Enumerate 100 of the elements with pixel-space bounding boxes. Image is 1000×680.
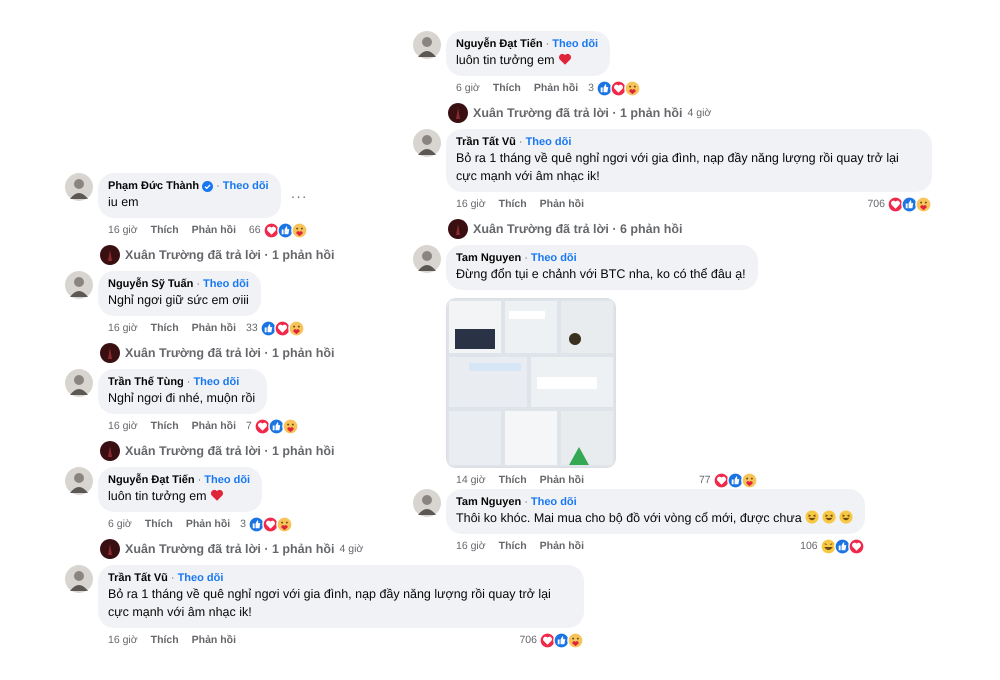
reply-link[interactable]: Phản hồi <box>534 82 578 94</box>
reaction-count[interactable]: 3 <box>588 82 594 94</box>
heart-reaction-icon <box>254 418 271 434</box>
avatar-icon[interactable] <box>100 245 120 265</box>
view-replies-link[interactable]: Xuân Trường đã trả lời · 1 phản hồi <box>125 542 334 556</box>
reaction-count[interactable]: 706 <box>867 198 885 210</box>
reply-time: 4 giờ <box>687 107 712 119</box>
like-reaction-icon <box>901 196 918 212</box>
like-reaction-icon <box>268 418 285 434</box>
separator-dot: · <box>198 473 202 487</box>
reply-link[interactable]: Phản hồi <box>192 322 236 334</box>
avatar-icon[interactable] <box>65 173 93 201</box>
author-name[interactable]: Tam Nguyen <box>456 495 522 509</box>
separator-dot: · <box>524 495 528 509</box>
separator-dot: · <box>546 37 550 51</box>
comment-text: Bỏ ra 1 tháng về quê nghỉ ngơi với gia đình, nạp đầy năng lượng rồi quay trở lại cực mạnh với âm nhạc ik! <box>456 151 899 183</box>
separator-dot: · <box>216 179 220 193</box>
avatar-icon[interactable] <box>65 467 93 495</box>
reply-link[interactable]: Phản hồi <box>192 224 236 236</box>
avatar-icon[interactable] <box>448 219 468 239</box>
comment-time: 16 giờ <box>456 540 486 552</box>
reply-link[interactable]: Phản hồi <box>540 474 584 486</box>
laughing-emoji-icon <box>838 510 853 524</box>
like-link[interactable]: Thích <box>498 474 527 486</box>
follow-link[interactable]: Theo dõi <box>530 495 577 509</box>
comment-text: Bỏ ra 1 tháng về quê nghỉ ngơi với gia đình, nạp đầy năng lượng rồi quay trở lại cực mạnh với âm nhạc ik! <box>108 587 551 619</box>
avatar-icon[interactable] <box>413 489 441 517</box>
view-replies-link[interactable]: Xuân Trường đã trả lời · 1 phản hồi <box>125 346 334 360</box>
like-link[interactable]: Thích <box>150 420 179 432</box>
like-link[interactable]: Thích <box>150 634 179 646</box>
heart-reaction-icon <box>262 516 280 532</box>
comment-time: 6 giờ <box>456 82 480 94</box>
separator-dot: · <box>518 135 523 149</box>
follow-link[interactable]: Theo dõi <box>552 37 598 51</box>
separator-dot: · <box>186 375 190 389</box>
follow-link[interactable]: Theo dõi <box>530 251 577 265</box>
author-name[interactable]: Trần Thế Tùng <box>108 375 184 389</box>
avatar-icon[interactable] <box>65 271 93 299</box>
like-reaction-icon <box>726 472 744 488</box>
follow-link[interactable]: Theo dõi <box>222 179 269 193</box>
avatar-icon[interactable] <box>413 129 441 157</box>
author-name[interactable]: Trần Tất Vũ <box>456 135 516 149</box>
view-replies-link[interactable]: Xuân Trường đã trả lời · 6 phản hồi <box>473 222 682 236</box>
view-replies-link[interactable]: Xuân Trường đã trả lời · 1 phản hồi <box>125 248 334 262</box>
reaction-count[interactable]: 66 <box>248 224 261 236</box>
like-link[interactable]: Thích <box>498 198 527 210</box>
reaction-count[interactable]: 7 <box>246 420 252 432</box>
reaction-count[interactable]: 77 <box>698 474 711 486</box>
avatar-icon[interactable] <box>100 343 120 363</box>
avatar-icon[interactable] <box>413 245 441 273</box>
avatar-icon[interactable] <box>65 369 93 397</box>
comment-time: 16 giờ <box>456 198 486 210</box>
avatar-icon[interactable] <box>65 565 93 593</box>
comment-text: Nghỉ ngơi đi nhé, muộn rồi <box>108 391 256 405</box>
comment-time: 16 giờ <box>108 420 138 432</box>
hugging-face-icon <box>915 196 932 212</box>
author-name[interactable]: Nguyễn Sỹ Tuấn <box>108 277 194 291</box>
hugging-face-icon <box>276 516 294 532</box>
author-name[interactable]: Tam Nguyen <box>456 251 522 265</box>
reply-link[interactable]: Phản hồi <box>540 540 584 552</box>
heart-reaction-icon <box>539 632 556 648</box>
comment-time: 16 giờ <box>108 634 138 646</box>
follow-link[interactable]: Theo dõi <box>193 375 240 389</box>
follow-link[interactable]: Theo dõi <box>203 277 249 291</box>
hugging-face-icon <box>288 320 305 336</box>
like-reaction-icon <box>553 632 570 648</box>
separator-dot: · <box>524 251 528 265</box>
reply-link[interactable]: Phản hồi <box>192 420 236 432</box>
like-link[interactable]: Thích <box>150 322 179 334</box>
view-replies-link[interactable]: Xuân Trường đã trả lời · 1 phản hồi <box>473 106 682 120</box>
comment-text: Nghỉ ngơi giữ sức em ơiii <box>108 293 249 307</box>
reaction-count[interactable]: 106 <box>800 540 818 552</box>
like-reaction-icon <box>834 538 851 554</box>
reply-link[interactable]: Phản hồi <box>192 634 236 646</box>
author-name[interactable]: Trần Tất Vũ <box>108 571 168 585</box>
follow-link[interactable]: Theo dõi <box>178 571 224 585</box>
like-link[interactable]: Thích <box>150 224 179 236</box>
comment-text: luôn tin tưởng em <box>108 489 207 503</box>
like-link[interactable]: Thích <box>492 82 521 94</box>
reaction-count[interactable]: 3 <box>240 518 246 530</box>
more-options-button[interactable]: ··· <box>290 188 308 204</box>
avatar-icon[interactable] <box>448 103 468 123</box>
avatar-icon[interactable] <box>413 31 441 59</box>
avatar-icon[interactable] <box>100 441 120 461</box>
laughing-emoji-icon <box>822 510 836 524</box>
like-link[interactable]: Thích <box>498 540 527 552</box>
follow-link[interactable]: Theo dõi <box>204 473 250 487</box>
avatar-icon[interactable] <box>100 539 120 559</box>
reply-link[interactable]: Phản hồi <box>186 518 230 530</box>
follow-link[interactable]: Theo dõi <box>526 135 572 149</box>
reaction-count[interactable]: 33 <box>246 322 258 334</box>
hugging-face-icon <box>290 222 308 238</box>
comment-time: 16 giờ <box>108 322 138 334</box>
like-link[interactable]: Thích <box>144 518 173 530</box>
view-replies-link[interactable]: Xuân Trường đã trả lời · 1 phản hồi <box>125 444 334 458</box>
author-name[interactable]: Phạm Đức Thành <box>108 179 200 193</box>
author-name[interactable]: Nguyễn Đạt Tiến <box>108 473 195 487</box>
reaction-count[interactable]: 706 <box>519 634 537 646</box>
reply-link[interactable]: Phản hồi <box>540 198 584 210</box>
author-name[interactable]: Nguyễn Đạt Tiến <box>456 37 543 51</box>
